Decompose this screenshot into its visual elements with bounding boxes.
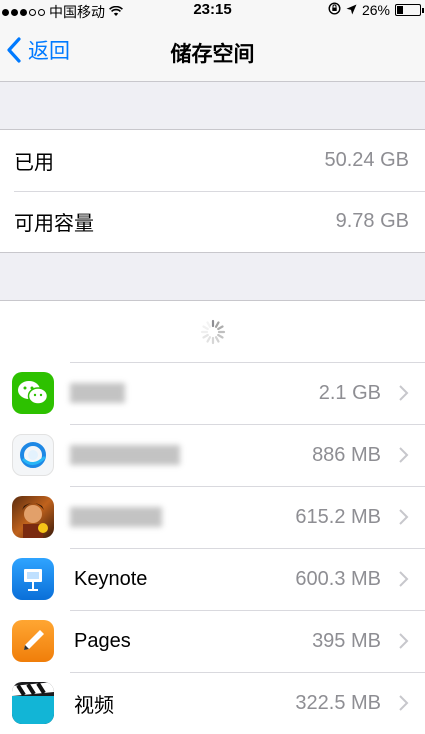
app-size: 395 MB	[312, 629, 381, 652]
chevron-right-icon	[399, 695, 409, 711]
battery-level	[397, 6, 403, 14]
redacted-app-name	[70, 507, 162, 527]
available-label: 可用容量	[14, 213, 94, 235]
chevron-right-icon	[399, 633, 409, 649]
used-row: 已用 50.24 GB	[0, 130, 425, 191]
chevron-right-icon	[399, 385, 409, 401]
videos-icon	[12, 682, 54, 724]
app-name: Pages	[74, 629, 131, 652]
chevron-right-icon	[399, 571, 409, 587]
redacted-app-name	[70, 445, 180, 465]
app-row-browser[interactable]: 886 MB	[0, 424, 425, 486]
status-bar: 中国移动 23:15 26%	[0, 0, 425, 20]
app-name: Keynote	[74, 567, 148, 590]
storage-summary: 已用 50.24 GB 可用容量 9.78 GB	[0, 129, 425, 253]
navigation-bar: 返回 储存空间	[0, 20, 425, 82]
used-value: 50.24 GB	[324, 149, 409, 171]
qq-browser-icon	[12, 434, 54, 476]
keynote-icon	[12, 558, 54, 600]
rotation-lock-icon	[328, 2, 341, 18]
game-icon	[12, 496, 54, 538]
app-size: 886 MB	[312, 443, 381, 466]
app-row-wechat[interactable]: 2.1 GB	[0, 362, 425, 424]
pages-icon	[12, 620, 54, 662]
available-value: 9.78 GB	[335, 210, 409, 232]
app-list: 2.1 GB 886 MB 615.2 MB Keynote 600.3 MB	[0, 300, 425, 734]
app-size: 615.2 MB	[295, 505, 381, 528]
battery-percent: 26%	[361, 2, 390, 18]
location-icon	[346, 2, 357, 18]
status-right: 26%	[328, 2, 424, 18]
loading-spinner-icon	[200, 319, 225, 344]
app-row-videos[interactable]: 视频 322.5 MB	[0, 672, 425, 734]
chevron-right-icon	[399, 509, 409, 525]
app-size: 600.3 MB	[295, 567, 381, 590]
available-row: 可用容量 9.78 GB	[0, 191, 425, 252]
chevron-right-icon	[399, 447, 409, 463]
page-title: 储存空间	[170, 43, 255, 66]
app-row-pages[interactable]: Pages 395 MB	[0, 610, 425, 672]
app-size: 322.5 MB	[295, 691, 381, 714]
battery-icon	[395, 4, 424, 16]
app-name: 视频	[74, 694, 114, 717]
wechat-icon	[12, 372, 54, 414]
redacted-app-name	[70, 383, 125, 403]
app-row-game[interactable]: 615.2 MB	[0, 486, 425, 548]
app-row-keynote[interactable]: Keynote 600.3 MB	[0, 548, 425, 610]
loading-row	[0, 301, 425, 362]
used-label: 已用	[14, 152, 54, 174]
app-size: 2.1 GB	[318, 381, 381, 404]
